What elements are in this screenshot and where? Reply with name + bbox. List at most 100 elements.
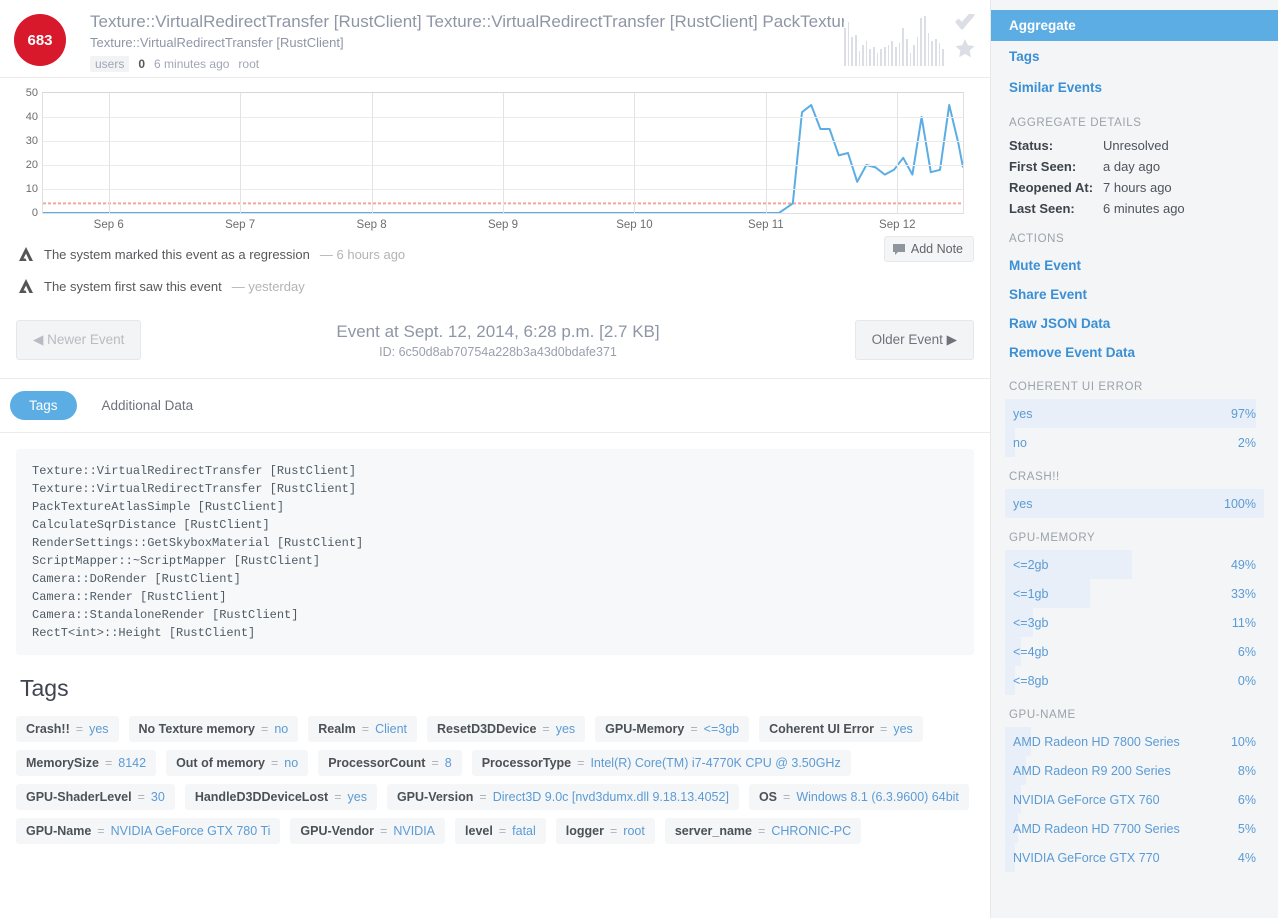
- facet-row[interactable]: no 2%: [1005, 428, 1264, 457]
- facet-row[interactable]: NVIDIA GeForce GTX 760 6%: [1005, 785, 1264, 814]
- tag-value[interactable]: NVIDIA: [393, 824, 435, 838]
- chart-gridline-v: [371, 93, 373, 213]
- chart-gridline-v: [108, 93, 110, 213]
- tag-value[interactable]: yes: [348, 790, 367, 804]
- tag-value[interactable]: no: [274, 722, 288, 736]
- facet-label: NVIDIA GeForce GTX 770: [1013, 850, 1160, 865]
- tag-value[interactable]: <=3gb: [704, 722, 739, 736]
- stacktrace-frame: Texture::VirtualRedirectTransfer [RustCl…: [32, 482, 357, 496]
- facet-percent: 10%: [1230, 734, 1256, 749]
- detail-value: 6 minutes ago: [1103, 201, 1185, 216]
- tag-equals: =: [137, 790, 145, 804]
- tag-key: GPU-Name: [26, 824, 92, 838]
- tag-pill: Coherent UI Error = yes: [759, 716, 923, 742]
- sidebar-item-similar-events[interactable]: Similar Events: [991, 72, 1278, 103]
- facet-row[interactable]: yes 97%: [1005, 399, 1264, 428]
- activity-note-row: The system marked this event as a regres…: [18, 238, 974, 270]
- tags-heading: Tags: [20, 675, 69, 701]
- facet-percent: 6%: [1237, 792, 1256, 807]
- action-mute-event[interactable]: Mute Event: [991, 251, 1278, 280]
- event-id: ID: 6c50d8ab70754a228b3a43d0bdafe371: [379, 344, 617, 359]
- tag-key: ProcessorType: [481, 756, 572, 770]
- detail-row: First Seen: a day ago: [991, 156, 1278, 177]
- event-title[interactable]: Texture::VirtualRedirectTransfer [RustCl…: [90, 12, 844, 32]
- chart-y-tick: 10: [25, 183, 38, 195]
- sparkline-bar: [847, 21, 850, 66]
- facet-label: NVIDIA GeForce GTX 760: [1013, 792, 1160, 807]
- tag-value[interactable]: fatal: [512, 824, 536, 838]
- tag-value[interactable]: yes: [89, 722, 108, 736]
- facet-bar: [1005, 399, 1257, 428]
- facet-percent: 4%: [1237, 850, 1256, 865]
- tag-key: ResetD3DDevice: [437, 722, 537, 736]
- check-icon[interactable]: [955, 14, 975, 31]
- tag-value[interactable]: no: [284, 756, 298, 770]
- tag-key: MemorySize: [26, 756, 99, 770]
- star-icon[interactable]: [955, 39, 975, 58]
- detail-tabs: Tags Additional Data: [0, 379, 990, 433]
- tag-equals: =: [431, 756, 439, 770]
- tag-key: server_name: [674, 824, 752, 838]
- facet-row[interactable]: <=1gb 33%: [1005, 579, 1264, 608]
- tag-value[interactable]: Intel(R) Core(TM) i7-4770K CPU @ 3.50GHz: [590, 756, 840, 770]
- facet-row[interactable]: AMD Radeon HD 7700 Series 5%: [1005, 814, 1264, 843]
- tag-equals: =: [380, 824, 388, 838]
- sparkline-bar: [909, 52, 912, 66]
- stacktrace-frame: RenderSettings::GetSkyboxMaterial [RustC…: [32, 536, 364, 550]
- sidebar-item-aggregate[interactable]: Aggregate: [991, 10, 1278, 41]
- facet-label: <=8gb: [1013, 673, 1049, 688]
- tag-value[interactable]: CHRONIC-PC: [771, 824, 851, 838]
- note-text: The system marked this event as a regres…: [44, 246, 310, 262]
- facet-row[interactable]: <=8gb 0%: [1005, 666, 1264, 695]
- tag-value[interactable]: 8: [445, 756, 452, 770]
- tag-value[interactable]: yes: [556, 722, 575, 736]
- facet-row[interactable]: AMD Radeon HD 7800 Series 10%: [1005, 727, 1264, 756]
- tag-key: GPU-ShaderLevel: [26, 790, 132, 804]
- stacktrace-frame: ScriptMapper::~ScriptMapper [RustClient]: [32, 554, 321, 568]
- sparkline-bar: [931, 41, 934, 66]
- tag-pill: level = fatal: [455, 818, 546, 844]
- tag-key: Coherent UI Error: [769, 722, 875, 736]
- tag-key: Realm: [318, 722, 356, 736]
- tag-value[interactable]: Direct3D 9.0c [nvd3dumx.dll 9.18.13.4052…: [493, 790, 729, 804]
- facet-row[interactable]: AMD Radeon R9 200 Series 8%: [1005, 756, 1264, 785]
- sidebar-item-tags[interactable]: Tags: [991, 41, 1278, 72]
- sparkline-bar: [873, 46, 875, 66]
- tag-value[interactable]: 8142: [118, 756, 146, 770]
- detail-row: Status: Unresolved: [991, 135, 1278, 156]
- facet-row[interactable]: yes 100%: [1005, 489, 1264, 518]
- tag-value[interactable]: Windows 8.1 (6.3.9600) 64bit: [796, 790, 959, 804]
- facet-row[interactable]: <=2gb 49%: [1005, 550, 1264, 579]
- tag-value[interactable]: Client: [375, 722, 407, 736]
- event-header-actions: [844, 12, 976, 66]
- tag-value[interactable]: yes: [893, 722, 912, 736]
- facet-row[interactable]: NVIDIA GeForce GTX 770 4%: [1005, 843, 1264, 872]
- tag-value[interactable]: root: [623, 824, 645, 838]
- action-remove-event-data[interactable]: Remove Event Data: [991, 338, 1278, 367]
- tag-equals: =: [542, 722, 550, 736]
- action-raw-json-data[interactable]: Raw JSON Data: [991, 309, 1278, 338]
- facet-row[interactable]: <=4gb 6%: [1005, 637, 1264, 666]
- sparkline-bar: [913, 44, 915, 66]
- facet-row[interactable]: <=3gb 11%: [1005, 608, 1264, 637]
- tag-equals: =: [690, 722, 698, 736]
- facet-title: GPU-Name: [1009, 709, 1076, 721]
- stacktrace-frame: Texture::VirtualRedirectTransfer [RustCl…: [32, 464, 357, 478]
- newer-event-button[interactable]: ◀ Newer Event: [16, 320, 142, 360]
- tag-pill: ProcessorType = Intel(R) Core(TM) i7-4770K…: [471, 750, 851, 776]
- stacktrace-block: Texture::VirtualRedirectTransfer [RustCl…: [16, 449, 974, 655]
- tab-additional-data[interactable]: Additional Data: [83, 391, 213, 420]
- sparkline-bar: [854, 35, 857, 66]
- tag-key: Out of memory: [176, 756, 265, 770]
- chart-gridline-v: [897, 93, 899, 213]
- action-share-event[interactable]: Share Event: [991, 280, 1278, 309]
- tag-value[interactable]: NVIDIA GeForce GTX 780 Ti: [111, 824, 271, 838]
- stacktrace-frame: Camera::DoRender [RustClient]: [32, 572, 241, 586]
- older-event-button[interactable]: Older Event ▶: [854, 320, 974, 360]
- tag-value[interactable]: 30: [151, 790, 165, 804]
- chart-gridline-v: [240, 93, 242, 213]
- tab-tags[interactable]: Tags: [10, 391, 77, 420]
- sparkline-bar: [898, 42, 901, 66]
- chart-plot-area[interactable]: 0 10 20 30 40 50 Sep 6 Sep 7 Sep 8 Sep 9 Sep 10 Sep…: [26, 87, 964, 231]
- add-note-button[interactable]: Add Note: [883, 236, 974, 262]
